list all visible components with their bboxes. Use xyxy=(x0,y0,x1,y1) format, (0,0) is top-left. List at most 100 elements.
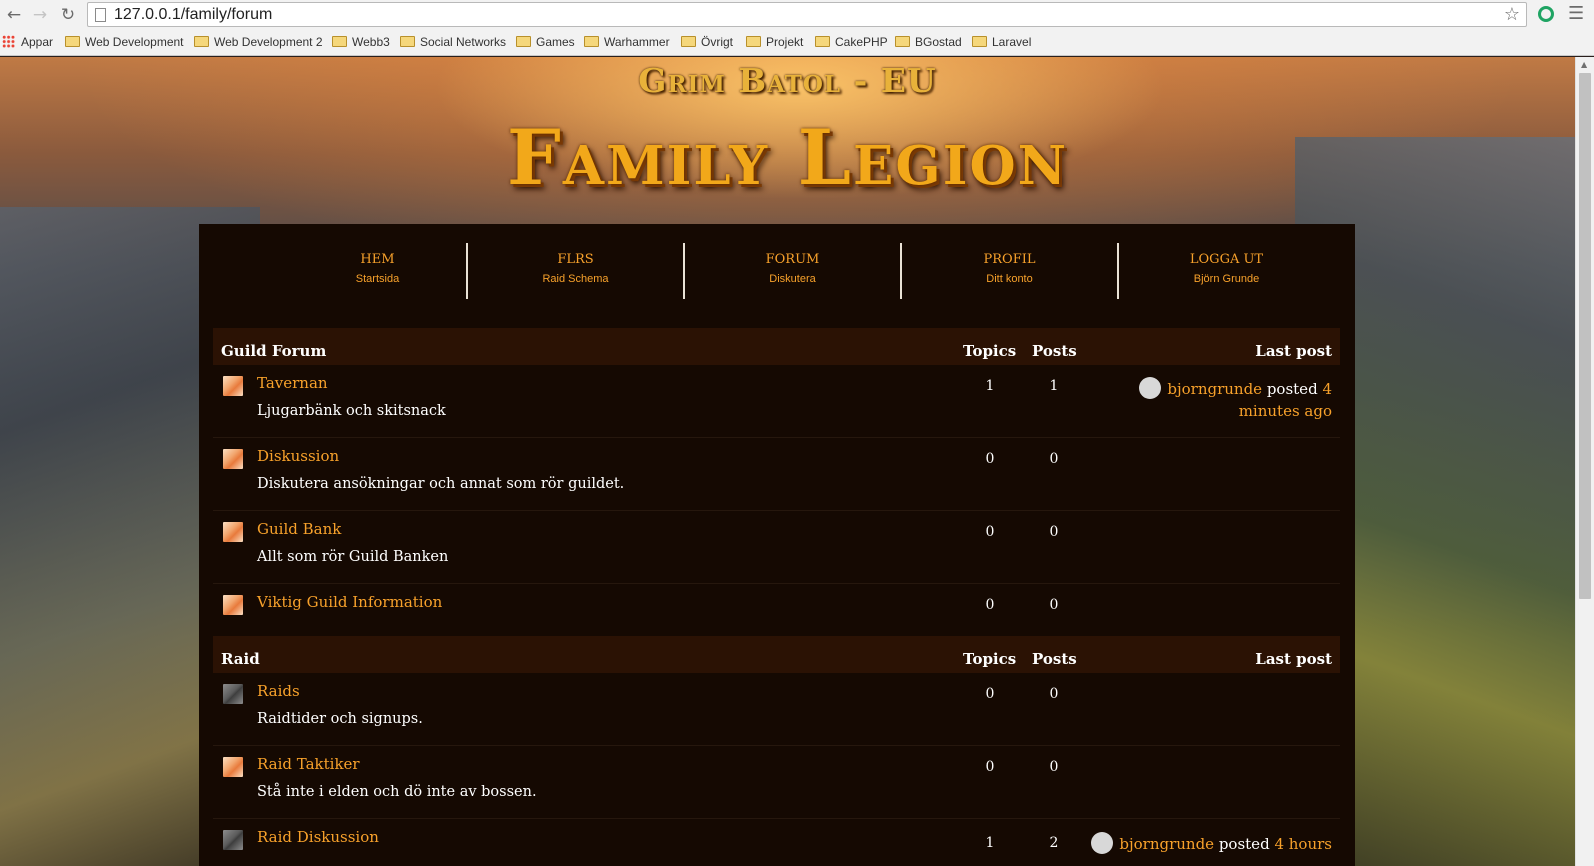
nav-item-forum[interactable]: FORUM Diskutera xyxy=(683,243,900,299)
bookmark-apps[interactable]: Appar xyxy=(2,34,53,50)
avatar xyxy=(1091,832,1114,854)
folder-icon xyxy=(895,36,910,47)
bookmark-folder[interactable]: Webb3 xyxy=(332,34,390,50)
posts-count: 0 xyxy=(1049,524,1059,540)
nav-title: FLRS xyxy=(557,252,594,267)
category-title: Guild Forum xyxy=(221,342,327,360)
unread-forum-icon xyxy=(223,595,243,615)
browser-toolbar: ← → ↻ 127.0.0.1/family/forum ☆ ☰ xyxy=(0,0,1594,30)
folder-icon xyxy=(516,36,531,47)
address-url[interactable]: 127.0.0.1/family/forum xyxy=(114,5,272,25)
forum-link[interactable]: Tavernan xyxy=(257,374,328,392)
read-forum-icon xyxy=(223,830,243,850)
posts-count: 0 xyxy=(1049,451,1059,467)
forum-link[interactable]: Raids xyxy=(257,682,300,700)
posts-column-header: Posts xyxy=(1032,650,1077,668)
apps-grid-icon xyxy=(2,35,15,48)
posts-count: 0 xyxy=(1049,686,1059,702)
topics-column-header: Topics xyxy=(963,650,1017,668)
unread-forum-icon xyxy=(223,522,243,542)
bookmark-folder[interactable]: Övrigt xyxy=(681,34,733,50)
category-title: Raid xyxy=(221,650,260,668)
unread-forum-icon xyxy=(223,757,243,777)
posts-count: 0 xyxy=(1049,597,1059,613)
topics-count: 0 xyxy=(985,759,995,775)
last-post-column-header: Last post xyxy=(1255,342,1332,360)
last-post-user[interactable]: bjorngrunde xyxy=(1167,380,1262,398)
forum-link[interactable]: Diskussion xyxy=(257,447,339,465)
forum-link[interactable]: Viktig Guild Information xyxy=(257,593,442,611)
bookmark-folder[interactable]: Warhammer xyxy=(584,34,670,50)
last-post-time[interactable]: 4 hours xyxy=(1274,835,1332,853)
forward-arrow-icon[interactable]: → xyxy=(29,4,51,26)
nav-subtitle: Startsida xyxy=(355,273,400,285)
reload-icon[interactable]: ↻ xyxy=(57,4,79,26)
last-post-user[interactable]: bjorngrunde xyxy=(1119,835,1214,853)
read-forum-icon xyxy=(223,684,243,704)
topics-count: 1 xyxy=(985,378,995,394)
topics-count: 0 xyxy=(985,451,995,467)
forum-description: Raidtider och signups. xyxy=(257,711,423,727)
avatar xyxy=(1139,377,1162,399)
folder-icon xyxy=(194,36,209,47)
scroll-up-arrow-icon[interactable]: ▲ xyxy=(1581,60,1587,69)
nav-title: HEM xyxy=(360,252,395,267)
topics-count: 0 xyxy=(985,597,995,613)
forum-row: Diskussion Diskutera ansökningar och ann… xyxy=(213,438,1340,511)
nav-item-flrs[interactable]: FLRS Raid Schema xyxy=(466,243,683,299)
main-nav: HEM Startsida FLRS Raid Schema FORUM Dis… xyxy=(269,243,1352,299)
nav-subtitle: Raid Schema xyxy=(542,273,609,285)
topics-count: 0 xyxy=(985,686,995,702)
bookmark-folder[interactable]: Social Networks xyxy=(400,34,506,50)
last-post-info: bjorngrunde posted 4 hours xyxy=(1072,832,1332,855)
page-icon xyxy=(95,8,106,22)
last-post-verb: posted xyxy=(1218,835,1270,853)
address-bar[interactable]: 127.0.0.1/family/forum ☆ xyxy=(87,2,1527,27)
guild-logo[interactable]: Family Legion xyxy=(0,113,1575,202)
category-header: Guild Forum Topics Posts Last post xyxy=(213,328,1340,365)
forum-link[interactable]: Guild Bank xyxy=(257,520,341,538)
bookmarks-bar: Appar Web Development Web Development 2 … xyxy=(0,31,1594,53)
forum-category-guild-forum: Guild Forum Topics Posts Last post Taver… xyxy=(213,328,1340,634)
forum-row: Raid Diskussion 1 2 bjorngrunde posted 4… xyxy=(213,819,1340,866)
nav-subtitle: Björn Grunde xyxy=(1193,273,1260,285)
nav-item-hem[interactable]: HEM Startsida xyxy=(269,243,486,299)
bookmark-folder[interactable]: Web Development 2 xyxy=(194,34,323,50)
bookmark-folder[interactable]: Games xyxy=(516,34,575,50)
topics-column-header: Topics xyxy=(963,342,1017,360)
nav-item-logga-ut[interactable]: LOGGA UT Björn Grunde xyxy=(1117,243,1334,299)
category-header: Raid Topics Posts Last post xyxy=(213,636,1340,673)
browser-chrome: ← → ↻ 127.0.0.1/family/forum ☆ ☰ Appar W… xyxy=(0,0,1594,56)
menu-icon[interactable]: ☰ xyxy=(1568,3,1584,24)
main-panel: HEM Startsida FLRS Raid Schema FORUM Dis… xyxy=(199,224,1355,866)
nav-title: PROFIL xyxy=(983,252,1036,267)
last-post-info: bjorngrunde posted 4 minutes ago xyxy=(1132,377,1332,422)
nav-title: FORUM xyxy=(765,252,820,267)
bookmark-star-icon[interactable]: ☆ xyxy=(1504,4,1520,26)
folder-icon xyxy=(584,36,599,47)
bookmark-folder[interactable]: Laravel xyxy=(972,34,1031,50)
nav-subtitle: Diskutera xyxy=(769,273,816,285)
scrollbar-thumb[interactable] xyxy=(1579,73,1591,599)
forum-category-raid: Raid Topics Posts Last post Raids Raidti… xyxy=(213,636,1340,866)
realm-title: Grim Batol - EU xyxy=(638,61,937,100)
nav-item-profil[interactable]: PROFIL Ditt konto xyxy=(900,243,1117,299)
bookmark-folder[interactable]: BGostad xyxy=(895,34,962,50)
back-arrow-icon[interactable]: ← xyxy=(3,4,25,26)
forum-link[interactable]: Raid Diskussion xyxy=(257,828,379,846)
last-post-verb: posted xyxy=(1266,380,1318,398)
folder-icon xyxy=(65,36,80,47)
page-scrollbar[interactable]: ▲ xyxy=(1575,57,1594,866)
bookmark-folder[interactable]: Projekt xyxy=(746,34,803,50)
folder-icon xyxy=(400,36,415,47)
forum-link[interactable]: Raid Taktiker xyxy=(257,755,360,773)
forum-description: Allt som rör Guild Banken xyxy=(257,549,449,565)
posts-count: 1 xyxy=(1049,378,1059,394)
forum-row: Guild Bank Allt som rör Guild Banken 0 0 xyxy=(213,511,1340,584)
bookmark-folder[interactable]: CakePHP xyxy=(815,34,888,50)
extension-icon[interactable] xyxy=(1538,6,1554,22)
forum-row: Viktig Guild Information 0 0 xyxy=(213,584,1340,634)
bookmark-folder[interactable]: Web Development xyxy=(65,34,184,50)
topics-count: 1 xyxy=(985,835,995,851)
posts-count: 0 xyxy=(1049,759,1059,775)
